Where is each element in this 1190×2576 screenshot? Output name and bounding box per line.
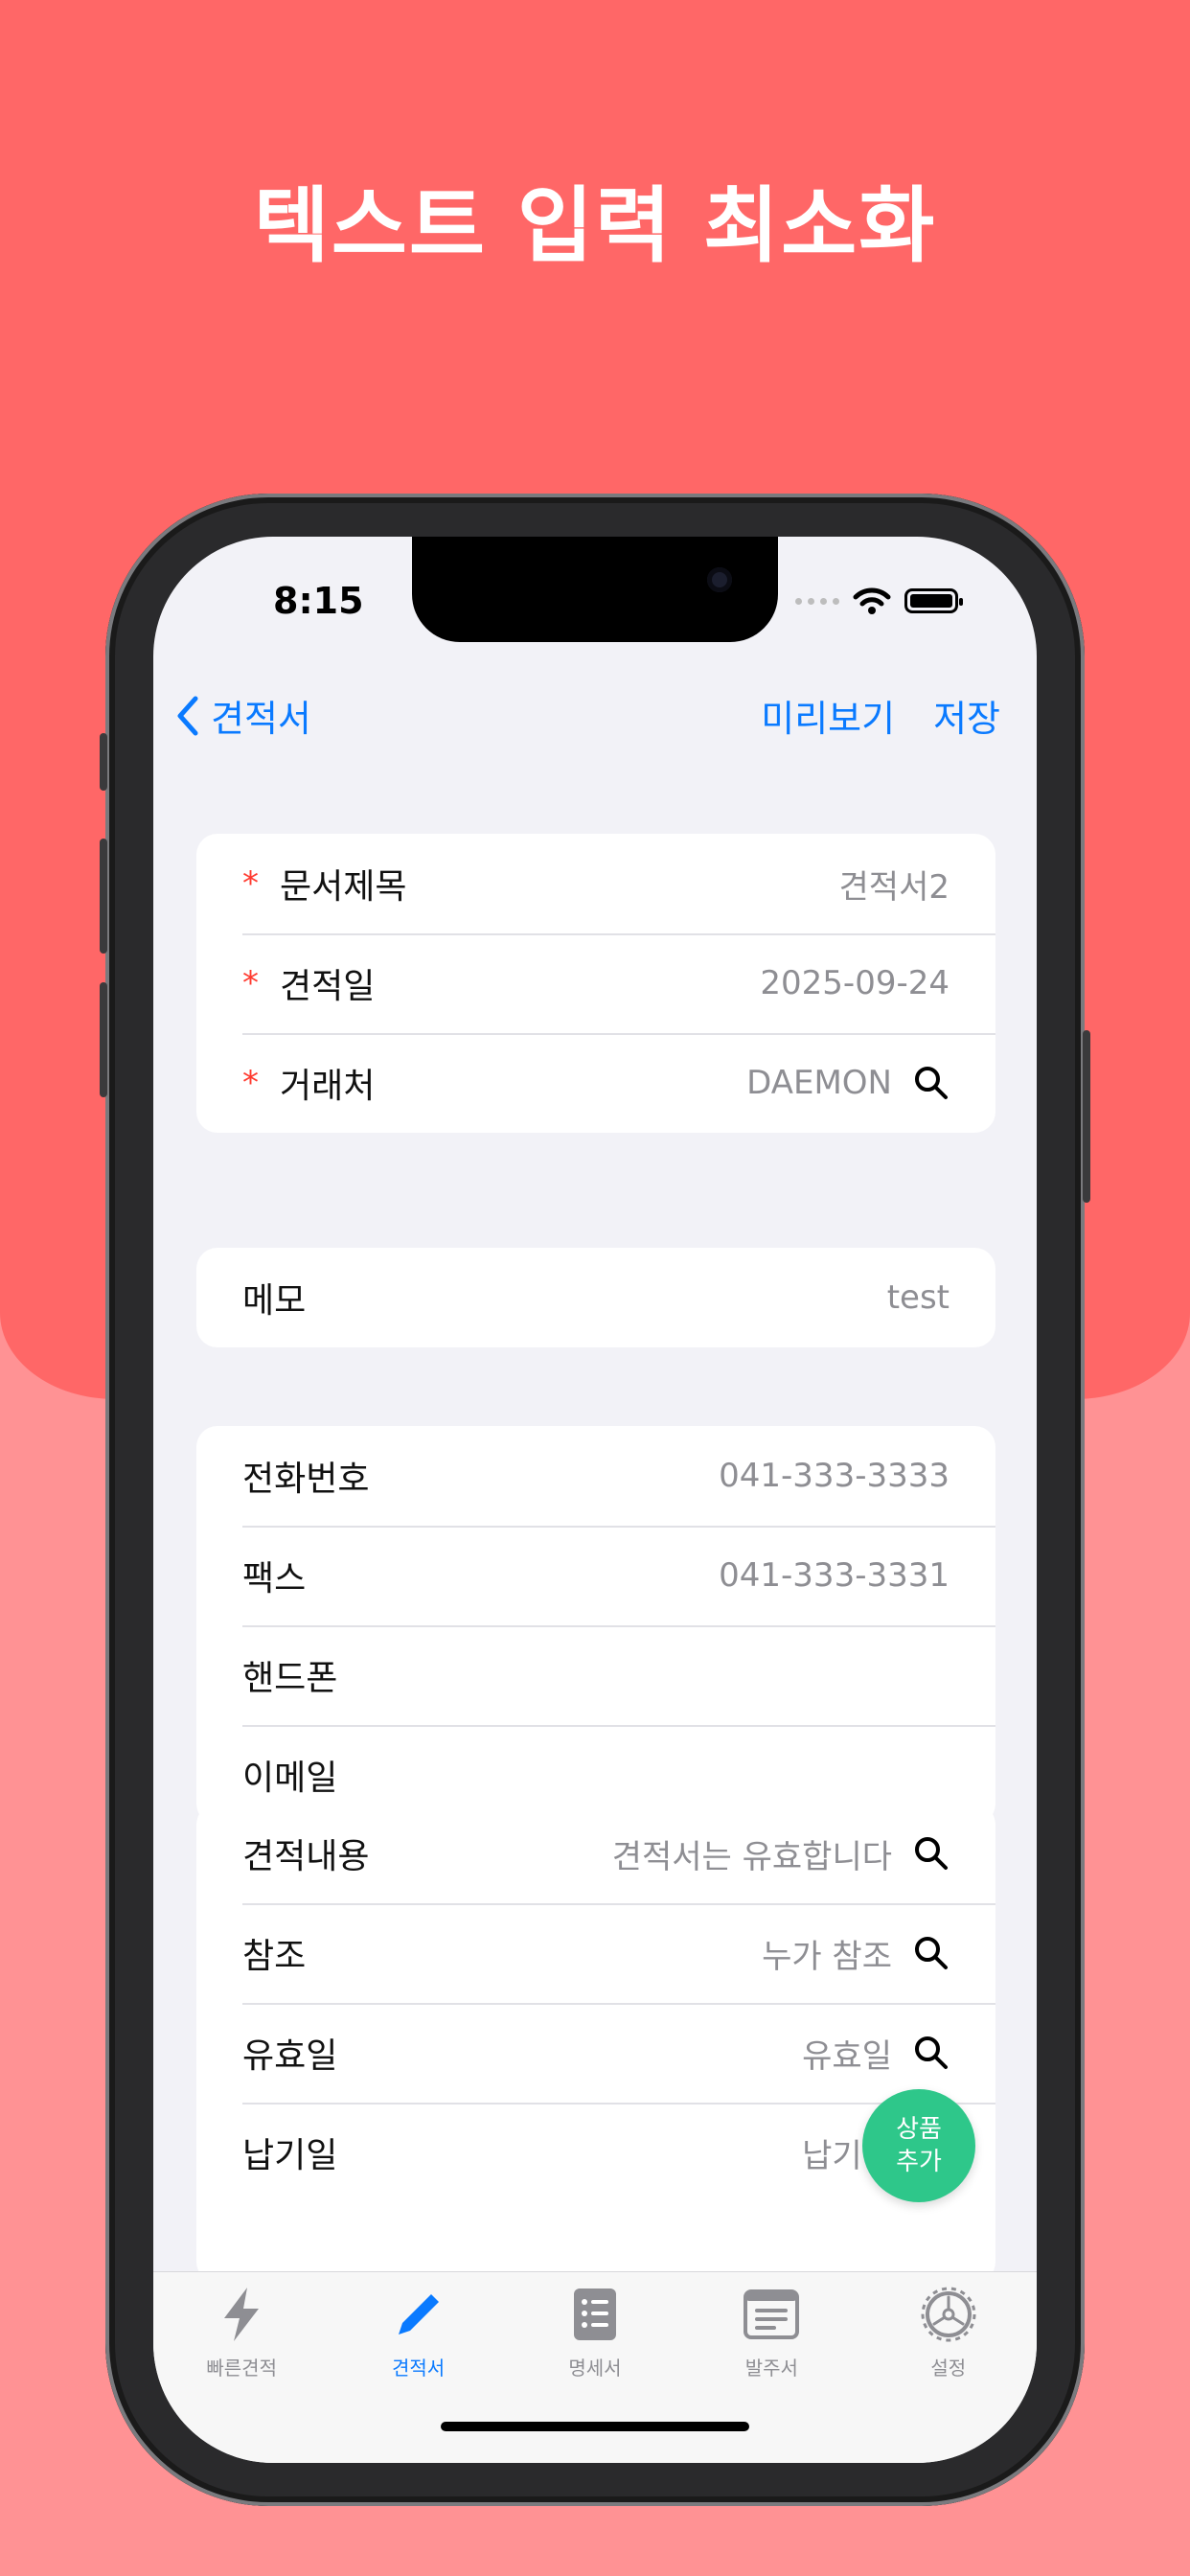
home-indicator xyxy=(441,2422,749,2431)
required-mark: * xyxy=(242,1064,259,1102)
row-mobile[interactable]: 핸드폰 xyxy=(196,1625,995,1725)
row-label: 팩스 xyxy=(242,1559,307,1598)
phone-frame: 8:15 견적서 미리보기 저장 * 문서제목 견적서2 * 견적일 2025-… xyxy=(100,494,1090,2506)
basic-info-card: * 문서제목 견적서2 * 견적일 2025-09-24 * 거래처 DAEMON xyxy=(196,834,995,1133)
search-icon[interactable] xyxy=(913,1835,950,1872)
row-memo[interactable]: 메모 test xyxy=(196,1248,995,1347)
save-button[interactable]: 저장 xyxy=(933,689,1000,742)
memo-card: 메모 test xyxy=(196,1248,995,1347)
row-phone[interactable]: 전화번호 041-333-3333 xyxy=(196,1426,995,1526)
back-label: 견적서 xyxy=(211,698,311,740)
add-product-button[interactable]: 상품 추가 xyxy=(862,2089,975,2202)
chevron-left-icon xyxy=(177,696,198,735)
fab-label-line2: 추가 xyxy=(896,2148,942,2176)
phone-value: 041-333-3333 xyxy=(719,1457,950,1495)
required-mark: * xyxy=(242,964,259,1002)
reference-value: 누가 참조 xyxy=(762,1937,892,1976)
notch xyxy=(412,537,778,642)
search-icon[interactable] xyxy=(913,2035,950,2071)
tab-label: 발주서 xyxy=(744,2357,798,2380)
navigation-bar: 견적서 미리보기 저장 xyxy=(153,676,1037,752)
required-mark: * xyxy=(242,864,259,903)
row-label: 거래처 xyxy=(280,1067,376,1106)
row-label: 유효일 xyxy=(242,2036,338,2076)
row-label: 메모 xyxy=(242,1281,307,1321)
camera-icon xyxy=(707,567,732,592)
tab-label: 견적서 xyxy=(391,2357,446,2380)
tab-purchase-order[interactable]: 발주서 xyxy=(699,2284,843,2380)
row-valid-date[interactable]: 유효일 유효일 xyxy=(196,2003,995,2103)
row-label: 이메일 xyxy=(242,1759,338,1798)
row-label: 견적일 xyxy=(280,967,376,1006)
tab-statement[interactable]: 명세서 xyxy=(523,2284,667,2380)
headline: 텍스트 입력 최소화 xyxy=(253,178,937,274)
app-screen: 8:15 견적서 미리보기 저장 * 문서제목 견적서2 * 견적일 2025-… xyxy=(153,537,1037,2463)
form-icon xyxy=(744,2289,800,2339)
preview-button[interactable]: 미리보기 xyxy=(761,689,895,742)
row-quote-content[interactable]: 견적내용 견적서는 유효합니다 xyxy=(196,1804,995,1903)
tab-quote[interactable]: 견적서 xyxy=(347,2284,491,2380)
terms-card: 견적내용 견적서는 유효합니다 참조 누가 참조 유효일 유효일 납기일 납기일 xyxy=(196,1804,995,2283)
row-client[interactable]: * 거래처 DAEMON xyxy=(196,1033,995,1133)
row-label: 핸드폰 xyxy=(242,1659,338,1698)
search-icon[interactable] xyxy=(913,1065,950,1101)
pencil-icon xyxy=(398,2294,439,2334)
row-label: 견적내용 xyxy=(242,1837,370,1876)
memo-value: test xyxy=(886,1278,950,1317)
status-icons xyxy=(795,586,963,615)
quote-content-value: 견적서는 유효합니다 xyxy=(611,1837,892,1876)
tab-bar: 빠른견적 견적서 명세서 발주서 설정 xyxy=(153,2271,1037,2463)
tab-label: 설정 xyxy=(930,2357,967,2380)
list-doc-icon xyxy=(573,2288,616,2340)
contact-card: 전화번호 041-333-3333 팩스 041-333-3331 핸드폰 이메… xyxy=(196,1426,995,1825)
battery-icon xyxy=(904,588,963,613)
row-reference[interactable]: 참조 누가 참조 xyxy=(196,1903,995,2003)
document-title-value: 견적서2 xyxy=(838,867,950,907)
bolt-icon xyxy=(224,2288,260,2341)
valid-date-value: 유효일 xyxy=(802,2036,892,2076)
search-icon[interactable] xyxy=(913,1935,950,1971)
row-document-title[interactable]: * 문서제목 견적서2 xyxy=(196,834,995,933)
gear-icon xyxy=(921,2287,976,2342)
back-button[interactable]: 견적서 xyxy=(174,689,311,742)
wifi-icon xyxy=(853,587,891,614)
fax-value: 041-333-3331 xyxy=(719,1556,950,1595)
tab-label: 빠른견적 xyxy=(206,2357,277,2380)
status-time: 8:15 xyxy=(273,580,364,622)
row-label: 전화번호 xyxy=(242,1460,370,1499)
tab-settings[interactable]: 설정 xyxy=(877,2284,1020,2380)
row-fax[interactable]: 팩스 041-333-3331 xyxy=(196,1526,995,1625)
fab-label-line1: 상품 xyxy=(896,2115,942,2144)
row-label: 납기일 xyxy=(242,2136,338,2175)
client-value: DAEMON xyxy=(746,1064,892,1102)
row-label: 문서제목 xyxy=(280,867,407,907)
tab-label: 명세서 xyxy=(568,2357,622,2380)
row-label: 참조 xyxy=(242,1937,307,1976)
row-quote-date[interactable]: * 견적일 2025-09-24 xyxy=(196,933,995,1033)
quote-date-value: 2025-09-24 xyxy=(760,964,950,1002)
tab-quick-quote[interactable]: 빠른견적 xyxy=(170,2284,313,2380)
signal-icon xyxy=(795,597,839,605)
